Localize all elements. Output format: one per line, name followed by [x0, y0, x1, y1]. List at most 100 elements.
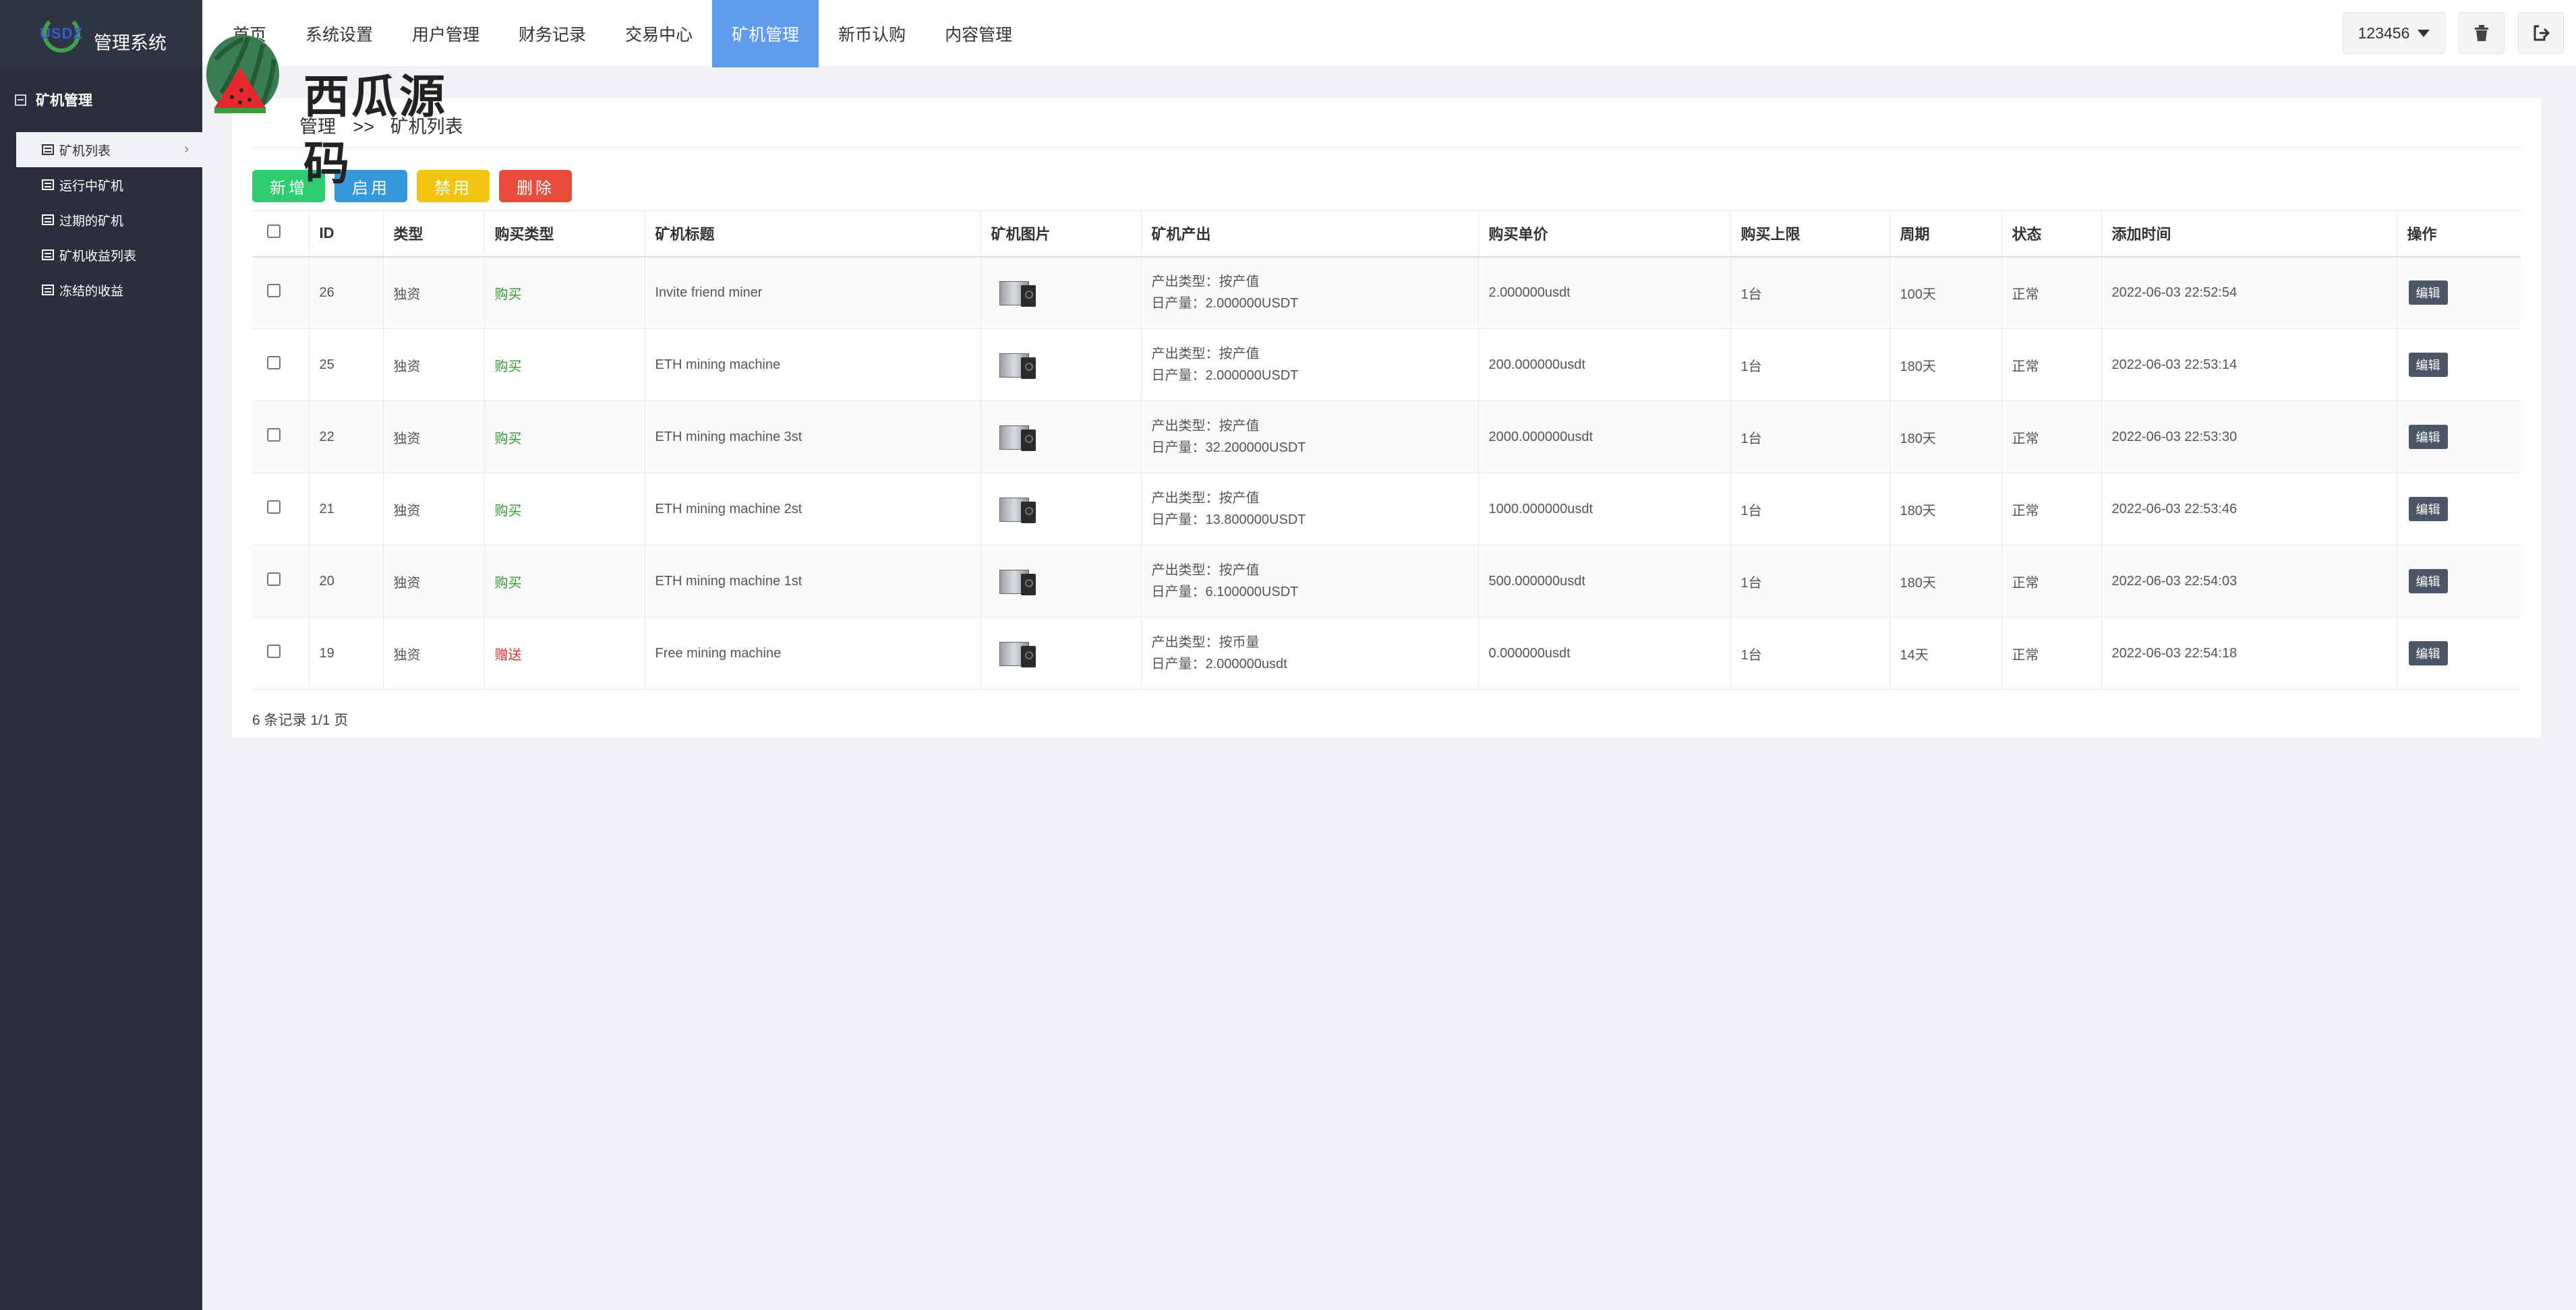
- sidebar-item-label: 运行中矿机: [59, 179, 124, 193]
- cell-output: 产出类型：按产值 日产量：6.100000USDT: [1140, 545, 1478, 618]
- table-row[interactable]: 26 独资 购买 Invite friend miner 产出类型：按产值 日产量：2.0…: [252, 256, 2521, 329]
- row-select-cell: [252, 617, 309, 690]
- divider: [252, 147, 2521, 148]
- output-type: 产出类型：按币量: [1151, 635, 1260, 650]
- daily-output: 日产量：2.000000USDT: [1151, 296, 1299, 311]
- row-checkbox[interactable]: [267, 572, 281, 586]
- cell-id: 22: [308, 400, 383, 473]
- sidebar-item-2[interactable]: 过期的矿机: [16, 202, 202, 237]
- user-dropdown-button[interactable]: 123456: [2343, 12, 2445, 54]
- miner-table: ID 类型 购买类型 矿机标题 矿机图片 矿机产出 购买单价 购买上限 周期 状…: [252, 210, 2521, 690]
- content-panel: 管理 >> 矿机列表 新增 启用 禁用 删除 ID 类型 购买类型 矿机标题 矿…: [232, 98, 2541, 738]
- list-icon: [42, 144, 54, 155]
- cell-id: 21: [308, 473, 383, 545]
- miner-image-icon[interactable]: [998, 638, 1037, 669]
- table-row[interactable]: 25 独资 购买 ETH mining machine 产出类型：按产值 日产量：2.00…: [252, 328, 2521, 401]
- brand-logo-text: USDZ: [40, 25, 83, 42]
- cell-added: 2022-06-03 22:53:14: [2101, 328, 2397, 401]
- sidebar-item-0[interactable]: 矿机列表 ›: [16, 132, 202, 167]
- cell-image: [980, 400, 1141, 473]
- table-header-row: ID 类型 购买类型 矿机标题 矿机图片 矿机产出 购买单价 购买上限 周期 状…: [252, 210, 2521, 258]
- chevron-right-icon: ›: [184, 142, 189, 156]
- cell-action: 编辑: [2396, 328, 2521, 401]
- cell-period: 180天: [1889, 545, 2001, 618]
- watermark: 西瓜源码: [189, 20, 486, 191]
- cell-status: 正常: [2001, 473, 2101, 545]
- cell-status: 正常: [2001, 617, 2101, 690]
- cell-title: Invite friend miner: [644, 256, 980, 329]
- cell-limit: 1台: [1730, 328, 1890, 401]
- clear-cache-button[interactable]: [2459, 12, 2505, 54]
- miner-image-icon[interactable]: [998, 277, 1037, 308]
- cell-title: ETH mining machine 1st: [644, 545, 980, 618]
- tab-nav-6[interactable]: 新币认购: [819, 0, 925, 67]
- row-checkbox[interactable]: [267, 284, 281, 298]
- tab-nav-3[interactable]: 财务记录: [499, 0, 606, 67]
- row-select-cell: [252, 328, 309, 401]
- miner-image-icon[interactable]: [998, 421, 1037, 452]
- cell-price: 1000.000000usdt: [1477, 473, 1730, 545]
- cell-price: 2.000000usdt: [1477, 256, 1730, 329]
- edit-button[interactable]: 编辑: [2408, 641, 2448, 665]
- row-checkbox[interactable]: [267, 356, 281, 369]
- edit-button[interactable]: 编辑: [2408, 497, 2448, 521]
- cell-output: 产出类型：按产值 日产量：13.800000USDT: [1140, 473, 1478, 545]
- header-price: 购买单价: [1477, 210, 1730, 258]
- edit-button[interactable]: 编辑: [2408, 425, 2448, 449]
- daily-output: 日产量：6.100000USDT: [1151, 585, 1299, 599]
- top-right-actions: 123456: [2343, 12, 2564, 54]
- sidebar-item-4[interactable]: 冻结的收益: [16, 272, 202, 307]
- row-checkbox[interactable]: [267, 500, 281, 514]
- row-checkbox[interactable]: [267, 645, 281, 658]
- edit-button[interactable]: 编辑: [2408, 353, 2448, 377]
- sidebar-group-label: 矿机管理: [36, 93, 92, 109]
- cell-added: 2022-06-03 22:53:46: [2101, 473, 2397, 545]
- sidebar-group-miner-management[interactable]: 矿机管理: [0, 67, 202, 132]
- cell-price: 0.000000usdt: [1477, 617, 1730, 690]
- brand[interactable]: USDZ 管理系统: [0, 0, 202, 67]
- miner-image-icon[interactable]: [998, 566, 1037, 597]
- daily-output: 日产量：32.200000USDT: [1151, 440, 1306, 455]
- tab-nav-4[interactable]: 交易中心: [606, 0, 712, 67]
- cell-added: 2022-06-03 22:52:54: [2101, 256, 2397, 329]
- list-icon: [42, 285, 54, 295]
- cell-output: 产出类型：按币量 日产量：2.000000usdt: [1140, 617, 1478, 690]
- cell-period: 180天: [1889, 400, 2001, 473]
- table-row[interactable]: 21 独资 购买 ETH mining machine 2st 产出类型：按产值 日产量：…: [252, 473, 2521, 545]
- sidebar-item-3[interactable]: 矿机收益列表: [16, 237, 202, 272]
- edit-button[interactable]: 编辑: [2408, 569, 2448, 593]
- logout-button[interactable]: [2518, 12, 2564, 54]
- cell-title: Free mining machine: [644, 617, 980, 690]
- cell-buy-type: 购买: [484, 400, 645, 473]
- cell-period: 180天: [1889, 473, 2001, 545]
- tab-nav-7[interactable]: 内容管理: [925, 0, 1032, 67]
- table-row[interactable]: 22 独资 购买 ETH mining machine 3st 产出类型：按产值 日产量：…: [252, 400, 2521, 473]
- user-name: 123456: [2358, 24, 2410, 42]
- cell-type: 独资: [382, 328, 484, 401]
- caret-down-icon: [2418, 29, 2430, 37]
- sidebar-item-1[interactable]: 运行中矿机: [16, 167, 202, 202]
- table-row[interactable]: 20 独资 购买 ETH mining machine 1st 产出类型：按产值 日产量：…: [252, 545, 2521, 618]
- edit-button[interactable]: 编辑: [2408, 280, 2448, 305]
- brand-logo-icon: USDZ: [36, 15, 87, 53]
- cell-limit: 1台: [1730, 256, 1890, 329]
- header-limit: 购买上限: [1730, 210, 1890, 258]
- miner-image-icon[interactable]: [998, 349, 1037, 380]
- cell-buy-type: 购买: [484, 328, 645, 401]
- watermelon-logo-icon: [206, 35, 279, 113]
- cell-price: 2000.000000usdt: [1477, 400, 1730, 473]
- select-all-checkbox[interactable]: [267, 225, 281, 239]
- cell-id: 26: [308, 256, 383, 329]
- table-row[interactable]: 19 独资 赠送 Free mining machine 产出类型：按币量 日产量：2.0…: [252, 617, 2521, 690]
- tab-nav-5[interactable]: 矿机管理: [712, 0, 819, 67]
- sidebar-item-label: 矿机收益列表: [59, 249, 137, 264]
- cell-title: ETH mining machine 2st: [644, 473, 980, 545]
- cell-image: [980, 256, 1141, 329]
- miner-image-icon[interactable]: [998, 494, 1037, 525]
- row-checkbox[interactable]: [267, 428, 281, 442]
- cell-output: 产出类型：按产值 日产量：2.000000USDT: [1140, 256, 1478, 329]
- logout-icon: [2534, 25, 2550, 41]
- header-id[interactable]: ID: [308, 210, 383, 258]
- list-icon: [42, 179, 54, 190]
- delete-button[interactable]: 删除: [499, 170, 572, 202]
